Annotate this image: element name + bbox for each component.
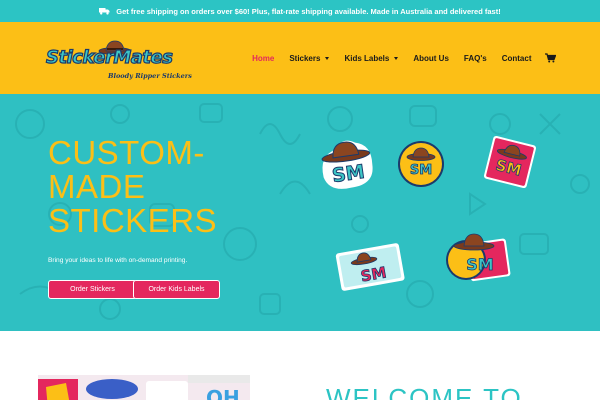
nav-stickers[interactable]: Stickers bbox=[282, 54, 337, 63]
nav-faqs[interactable]: FAQ's bbox=[456, 54, 494, 63]
chevron-down-icon bbox=[394, 56, 399, 60]
hero-title-line: STICKERS bbox=[48, 202, 218, 239]
hero-section: CUSTOM- MADE STICKERS Bring your ideas t… bbox=[0, 94, 600, 331]
nav-contact[interactable]: Contact bbox=[494, 54, 539, 63]
nav-kids-labels[interactable]: Kids Labels bbox=[337, 54, 406, 63]
hero-title-line: MADE bbox=[48, 168, 146, 205]
truck-icon bbox=[99, 7, 110, 15]
sticker-combo-image: SM bbox=[446, 233, 511, 282]
nav-home-label: Home bbox=[252, 53, 275, 63]
nav-kids-labels-label: Kids Labels bbox=[344, 53, 390, 63]
nav-about-us[interactable]: About Us bbox=[406, 54, 457, 63]
order-kids-labels-button[interactable]: Order Kids Labels bbox=[133, 280, 220, 299]
svg-text:SM: SM bbox=[466, 255, 493, 274]
hero-title-line: CUSTOM- bbox=[48, 134, 205, 171]
hero-subtitle: Bring your ideas to life with on-demand … bbox=[48, 257, 188, 264]
announcement-bar: Get free shipping on orders over $60! Pl… bbox=[0, 0, 600, 22]
sticker-circle-image: SM bbox=[398, 141, 444, 187]
sticker-rectangle-image: SM bbox=[335, 243, 405, 291]
cart-icon[interactable] bbox=[539, 53, 556, 63]
svg-text:SM: SM bbox=[410, 163, 432, 178]
order-stickers-button[interactable]: Order Stickers bbox=[48, 280, 137, 299]
site-logo[interactable]: StickerMates Bloody Ripper Stickers bbox=[45, 39, 192, 83]
chevron-down-icon bbox=[325, 56, 330, 60]
sticker-square-image: SM bbox=[483, 135, 537, 189]
site-header: StickerMates Bloody Ripper Stickers Home… bbox=[0, 22, 600, 94]
nav-home[interactable]: Home bbox=[245, 54, 282, 63]
logo-tagline: Bloody Ripper Stickers bbox=[108, 72, 192, 80]
nav-stickers-label: Stickers bbox=[289, 53, 321, 63]
page: Get free shipping on orders over $60! Pl… bbox=[0, 0, 600, 400]
nav-contact-label: Contact bbox=[501, 53, 532, 63]
hero-title: CUSTOM- MADE STICKERS bbox=[48, 136, 217, 238]
logo-wordmark: StickerMates bbox=[45, 46, 173, 68]
sticker-diecut-image: SM bbox=[321, 140, 373, 189]
announcement-text: Get free shipping on orders over $60! Pl… bbox=[116, 6, 501, 16]
sticker-photo-image: OH bbox=[38, 375, 250, 400]
welcome-section: OH WELCOME TO bbox=[0, 331, 600, 400]
svg-text:OH: OH bbox=[206, 386, 240, 400]
sticker-text: SM bbox=[331, 161, 366, 187]
nav-faqs-label: FAQ's bbox=[463, 53, 487, 63]
nav-about-us-label: About Us bbox=[413, 53, 449, 63]
welcome-heading: WELCOME TO bbox=[326, 383, 523, 400]
main-nav: Home Stickers Kids Labels About Us FAQ's… bbox=[245, 22, 556, 94]
